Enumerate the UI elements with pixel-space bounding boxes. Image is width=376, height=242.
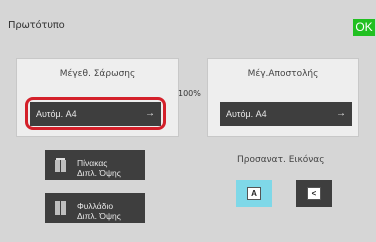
orientation-label: Προσανατ. Εικόνας: [237, 155, 325, 165]
duplex-tablet-button[interactable]: Φυλλάδιο Διπλ. Όψης: [45, 193, 145, 223]
send-size-value: Αυτόμ. A4: [226, 109, 267, 119]
duplex-book-line1: Πίνακας: [77, 157, 108, 168]
orientation-landscape-button[interactable]: <: [296, 180, 332, 207]
duplex-book-line2: Διπλ. Όψης: [77, 167, 121, 178]
send-size-button[interactable]: Αυτόμ. A4 →: [220, 102, 352, 126]
send-size-label: Μέγ.Αποστολής: [247, 69, 319, 79]
tablet-icon: [55, 201, 66, 215]
portrait-a-icon: A: [247, 187, 261, 200]
orientation-portrait-button[interactable]: A: [236, 180, 272, 207]
landscape-a-icon: <: [307, 187, 321, 200]
ratio-label: 100%: [178, 89, 201, 98]
arrow-right-icon: →: [336, 108, 346, 119]
duplex-tablet-line2: Διπλ. Όψης: [77, 210, 121, 221]
duplex-book-button[interactable]: Πίνακας Διπλ. Όψης: [45, 150, 145, 180]
page-title: Πρωτότυπο: [8, 20, 65, 31]
highlight-frame: [25, 97, 166, 130]
book-icon: [55, 158, 66, 172]
ok-button[interactable]: OK: [353, 19, 375, 36]
screen: Πρωτότυπο OK Μέγεθ. Σάρωσης Αυτόμ. A4 → …: [0, 0, 376, 242]
scan-size-label: Μέγεθ. Σάρωσης: [59, 69, 136, 79]
duplex-tablet-line1: Φυλλάδιο: [77, 200, 114, 211]
